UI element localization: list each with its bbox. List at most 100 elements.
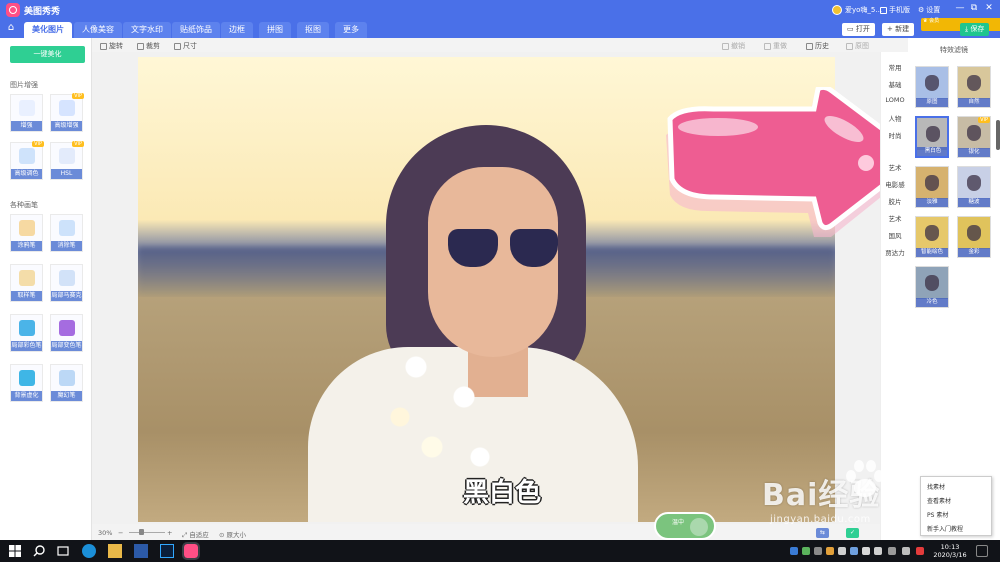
tool-partial-recolor[interactable]: 局部变色笔 — [50, 314, 83, 352]
fit-button[interactable]: ⤢ 自适应 — [182, 529, 209, 540]
category-item[interactable]: 胶片 — [881, 196, 909, 206]
redo-button[interactable]: 重做 — [764, 41, 787, 51]
minimize-button[interactable]: — — [954, 3, 966, 16]
tool-partial-color[interactable]: 局部彩色笔 — [10, 314, 43, 352]
tab-cutout[interactable]: 抠图 — [297, 22, 329, 38]
file-explorer-icon[interactable] — [108, 544, 122, 558]
tool-label: 局部马赛克 — [51, 291, 82, 301]
size-button[interactable]: 尺寸 — [174, 41, 197, 51]
one-click-beautify-button[interactable]: 一键美化 — [10, 46, 85, 63]
category-item[interactable]: 国风 — [881, 230, 909, 240]
photoshop-icon[interactable] — [160, 544, 174, 558]
tray-app-icon[interactable] — [814, 547, 822, 555]
category-item[interactable]: 人物 — [881, 113, 909, 123]
category-item[interactable]: LOMO — [881, 96, 909, 104]
filter-thumbnail[interactable]: 淡雅 — [915, 166, 949, 208]
windows-start-icon[interactable] — [8, 544, 22, 558]
restore-button[interactable]: ⧉ — [968, 3, 980, 16]
undo-button[interactable]: 撤销 — [722, 41, 745, 51]
search-icon[interactable] — [32, 544, 46, 558]
category-item[interactable]: 时尚 — [881, 130, 909, 140]
volume-icon[interactable] — [902, 547, 910, 555]
category-item[interactable]: 艺术 — [881, 162, 909, 172]
tab-text[interactable]: 文字水印 — [123, 22, 171, 38]
save-button[interactable]: ⤓ 保存 — [960, 23, 990, 36]
user-area[interactable]: 爱yo嗨_5... — [832, 5, 882, 15]
undo-label: 撤销 — [731, 42, 745, 50]
tool-label: 取样笔 — [11, 291, 42, 301]
meitu-app-icon[interactable] — [182, 542, 200, 560]
watermark: Bai经验 jingyan.baidu.com — [762, 460, 992, 530]
category-item[interactable]: 常用 — [881, 62, 909, 72]
tab-more[interactable]: 更多 — [335, 22, 367, 38]
tray-app-icon[interactable] — [826, 547, 834, 555]
tray-app-icon[interactable] — [850, 547, 858, 555]
tool-eraser-brush[interactable]: 消除笔 — [50, 214, 83, 252]
category-item[interactable]: 艺术 — [881, 213, 909, 223]
tray-app-icon[interactable] — [916, 547, 924, 555]
filter-label: 淡雅 — [916, 198, 948, 207]
username[interactable]: 爱yo嗨_5... — [845, 5, 882, 15]
filter-thumbnail[interactable]: 原图 — [915, 66, 949, 108]
tool-mosaic[interactable]: 局部马赛克 — [50, 264, 83, 302]
tray-shield-icon[interactable] — [790, 547, 798, 555]
browser-icon[interactable] — [82, 544, 96, 558]
settings-link[interactable]: ⚙ 设置 — [918, 5, 940, 15]
category-item[interactable]: 电影感 — [881, 179, 909, 189]
filter-thumbnail[interactable]: 智能绘色 — [915, 216, 949, 258]
filter-thumbnail[interactable]: 冷色 — [915, 266, 949, 308]
tool-hsl[interactable]: VIP HSL — [50, 141, 84, 180]
actual-size-button[interactable]: ⊙ 原大小 — [219, 529, 246, 539]
word-app-icon[interactable] — [134, 544, 148, 558]
gear-icon: ⚙ — [918, 6, 925, 14]
filter-thumbnail[interactable]: VIP 银化 — [957, 116, 991, 158]
filter-thumbnail[interactable]: 糖波 — [957, 166, 991, 208]
tool-advanced-enhance[interactable]: VIP 高级增强 — [50, 93, 84, 132]
tab-frames[interactable]: 边框 — [221, 22, 253, 38]
home-icon[interactable]: ⌂ — [4, 22, 18, 36]
zoom-in-button[interactable]: + — [167, 529, 172, 537]
canvas-toolbar: 旋转 裁剪 尺寸 撤销 重做 历史 原图 — [92, 38, 880, 52]
tray-app-icon[interactable] — [802, 547, 810, 555]
open-button[interactable]: ▭ 打开 — [842, 23, 875, 36]
zoom-out-button[interactable]: − — [118, 529, 123, 537]
tool-enhance[interactable]: 增强 — [10, 94, 43, 132]
zoom-slider[interactable] — [129, 529, 165, 535]
history-button[interactable]: 历史 — [806, 41, 829, 51]
filter-thumbnail[interactable]: 黑白色 — [915, 116, 949, 158]
tray-app-icon[interactable] — [838, 547, 846, 555]
original-button[interactable]: 原图 — [846, 41, 869, 51]
crop-button[interactable]: 裁剪 — [137, 41, 160, 51]
mobile-version-link[interactable]: 手机版 — [880, 5, 910, 15]
floating-badge[interactable]: 温中 — [654, 512, 716, 540]
network-icon[interactable] — [888, 547, 896, 555]
filter-preview-image — [958, 67, 990, 99]
magic-brush-icon — [59, 370, 75, 386]
notifications-icon[interactable] — [976, 545, 988, 557]
tray-app-icon[interactable] — [862, 547, 870, 555]
filter-thumbnail[interactable]: 金彩 — [957, 216, 991, 258]
rotate-button[interactable]: 旋转 — [100, 41, 123, 51]
app-title: 美图秀秀 — [24, 7, 61, 17]
taskbar-clock[interactable]: 10:13 2020/3/16 — [928, 543, 972, 559]
task-view-icon[interactable] — [56, 544, 70, 558]
tab-stickers[interactable]: 贴纸饰品 — [172, 22, 220, 38]
category-item[interactable]: 贾达力 — [881, 247, 909, 257]
tab-portrait[interactable]: 人像美容 — [74, 22, 122, 38]
filters-scrollbar[interactable] — [996, 120, 1000, 150]
tool-magic-brush[interactable]: 魔幻笔 — [50, 364, 83, 402]
tray-app-icon[interactable] — [874, 547, 882, 555]
filter-thumbnail[interactable]: 自然 — [957, 66, 991, 108]
tool-background-blur[interactable]: 背景虚化 — [10, 364, 43, 402]
tab-beautify[interactable]: 美化图片 — [24, 22, 72, 38]
sliders-icon — [19, 100, 35, 116]
close-button[interactable]: ✕ — [983, 3, 995, 16]
tool-doodle-brush[interactable]: 涂鸦笔 — [10, 214, 43, 252]
crop-label: 裁剪 — [146, 42, 160, 50]
tab-collage[interactable]: 拼图 — [259, 22, 291, 38]
avatar[interactable] — [832, 5, 842, 15]
category-item[interactable]: 基础 — [881, 79, 909, 89]
tool-advanced-color[interactable]: VIP 高级调色 — [10, 141, 44, 180]
tool-sample-brush[interactable]: 取样笔 — [10, 264, 43, 302]
new-button[interactable]: + 新建 — [882, 23, 915, 36]
